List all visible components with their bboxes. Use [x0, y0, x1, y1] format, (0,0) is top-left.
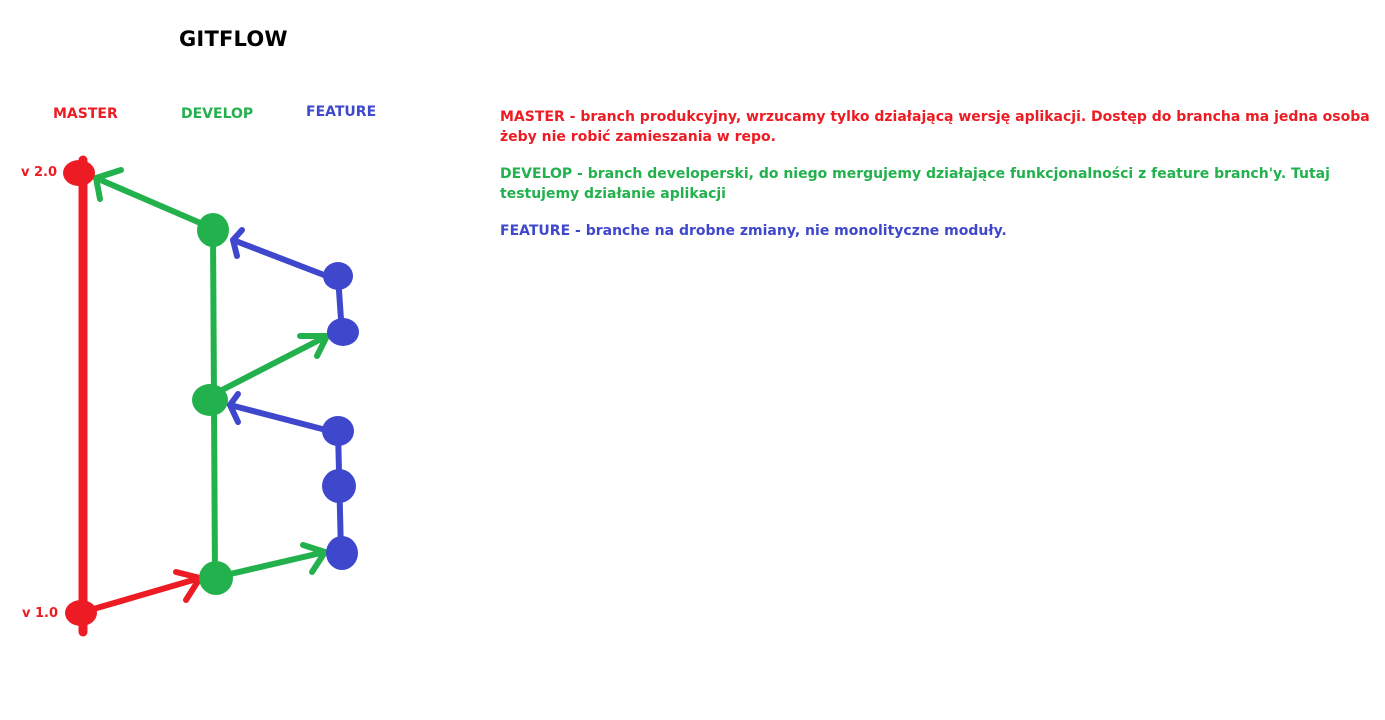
feature-commit-2 — [327, 318, 359, 346]
branch-arrow-develop-to-feature-lower — [223, 542, 328, 578]
legend-term: FEATURE — [500, 223, 571, 239]
legend-separator: - — [570, 223, 586, 239]
legend-text: branch produkcyjny, wrzucamy tylko dział… — [500, 109, 1370, 145]
branch-arrow-develop-to-feature-upper — [219, 333, 330, 393]
legend-separator: - — [572, 166, 588, 182]
legend-item-develop: DEVELOP - branch developerski, do niego … — [500, 164, 1370, 204]
legend-item-feature: FEATURE - branche na drobne zmiany, nie … — [500, 221, 1370, 241]
merge-arrow-develop-to-master — [93, 167, 201, 225]
develop-commit-bottom — [199, 561, 233, 595]
legend: MASTER - branch produkcyjny, wrzucamy ty… — [500, 107, 1370, 258]
gitflow-diagram — [63, 155, 359, 637]
legend-text: branch developerski, do niego mergujemy … — [500, 166, 1330, 202]
legend-text: branche na drobne zmiany, nie monolitycz… — [585, 223, 1007, 239]
merge-arrow-feature-lower-to-develop — [227, 391, 329, 433]
master-commit-v1 — [65, 600, 97, 626]
feature-commit-4 — [322, 469, 356, 503]
legend-term: DEVELOP — [500, 166, 573, 182]
develop-commit-top — [197, 213, 229, 247]
feature-commit-1 — [323, 262, 353, 290]
feature-commit-5 — [326, 536, 358, 570]
master-commit-v2 — [63, 160, 95, 186]
legend-item-master: MASTER - branch produkcyjny, wrzucamy ty… — [500, 107, 1370, 147]
merge-arrow-master-to-develop — [87, 569, 203, 613]
develop-commit-middle — [192, 384, 228, 416]
feature-commit-3 — [322, 416, 354, 446]
legend-separator: - — [564, 109, 581, 125]
legend-term: MASTER — [500, 109, 565, 125]
merge-arrow-feature-upper-to-develop — [230, 227, 327, 278]
